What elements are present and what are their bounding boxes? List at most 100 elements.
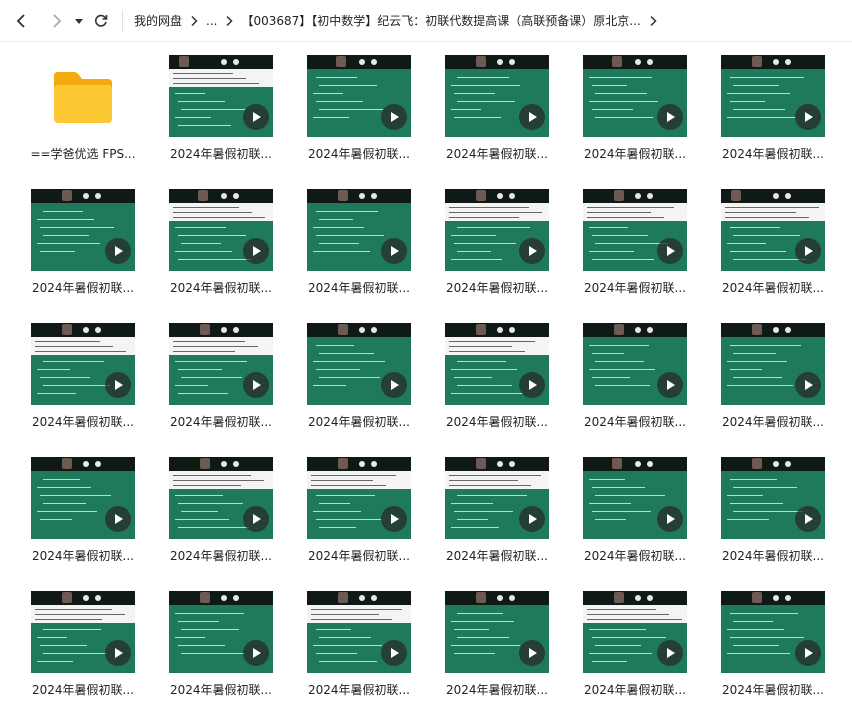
video-item[interactable]: 2024年暑假初联... (152, 316, 290, 450)
video-item[interactable]: 2024年暑假初联... (290, 584, 428, 718)
video-item[interactable]: 2024年暑假初联... (14, 316, 152, 450)
play-button[interactable] (795, 372, 821, 398)
video-item[interactable]: 2024年暑假初联... (566, 48, 704, 182)
chalk-line (43, 629, 101, 630)
video-item[interactable]: 2024年暑假初联... (704, 584, 842, 718)
chalk-line (178, 527, 249, 528)
video-item[interactable]: 2024年暑假初联... (704, 316, 842, 450)
refresh-button[interactable] (90, 6, 112, 36)
play-button[interactable] (519, 372, 545, 398)
chalk-line (175, 637, 205, 638)
history-dropdown-button[interactable] (72, 6, 86, 36)
video-item[interactable]: 2024年暑假初联... (14, 584, 152, 718)
play-button[interactable] (381, 640, 407, 666)
video-item[interactable]: 2024年暑假初联... (152, 450, 290, 584)
video-item[interactable]: 2024年暑假初联... (152, 584, 290, 718)
play-button[interactable] (519, 506, 545, 532)
play-button[interactable] (381, 372, 407, 398)
video-item[interactable]: 2024年暑假初联... (566, 450, 704, 584)
play-button[interactable] (381, 506, 407, 532)
play-button[interactable] (381, 238, 407, 264)
chalk-line (181, 109, 245, 110)
video-item[interactable]: 2024年暑假初联... (290, 182, 428, 316)
play-button[interactable] (795, 506, 821, 532)
play-icon (667, 112, 675, 122)
breadcrumb-current[interactable]: 【003687】【初中数学】纪云飞：初联代数提高课（高联预备课）原北京... (238, 12, 643, 29)
chalk-line (733, 511, 803, 512)
video-thumbnail (721, 323, 825, 405)
video-item[interactable]: 2024年暑假初联... (428, 584, 566, 718)
video-thumbnail (169, 55, 273, 137)
chalk-line (313, 251, 370, 252)
video-item[interactable]: 2024年暑假初联... (566, 316, 704, 450)
video-name: 2024年暑假初联... (584, 147, 686, 161)
video-item[interactable]: 2024年暑假初联... (566, 584, 704, 718)
play-button[interactable] (105, 640, 131, 666)
webcam-overlay (200, 592, 210, 603)
play-button[interactable] (657, 506, 683, 532)
back-button[interactable] (10, 6, 32, 36)
play-button[interactable] (519, 104, 545, 130)
play-button[interactable] (795, 238, 821, 264)
play-button[interactable] (381, 104, 407, 130)
breadcrumb-root[interactable]: 我的网盘 (131, 12, 185, 29)
video-item[interactable]: 2024年暑假初联... (152, 182, 290, 316)
video-item[interactable]: 2024年暑假初联... (14, 182, 152, 316)
chalk-line (313, 361, 385, 362)
play-button[interactable] (519, 640, 545, 666)
video-item[interactable]: 2024年暑假初联... (566, 182, 704, 316)
play-button[interactable] (243, 104, 269, 130)
forward-button[interactable] (46, 6, 68, 36)
video-item[interactable]: 2024年暑假初联... (290, 450, 428, 584)
play-icon (115, 380, 123, 390)
text-line (449, 217, 519, 218)
play-button[interactable] (105, 372, 131, 398)
chalk-line (457, 637, 509, 638)
problem-text-strip (445, 203, 549, 221)
chalk-line (727, 495, 763, 496)
play-button[interactable] (657, 372, 683, 398)
chevron-left-icon (16, 13, 25, 28)
video-item[interactable]: 2024年暑假初联... (290, 316, 428, 450)
play-icon (805, 246, 813, 256)
video-item[interactable]: 2024年暑假初联... (290, 48, 428, 182)
play-button[interactable] (657, 238, 683, 264)
chalk-line (730, 77, 804, 78)
video-item[interactable]: 2024年暑假初联... (704, 48, 842, 182)
video-item[interactable]: 2024年暑假初联... (428, 48, 566, 182)
video-item[interactable]: 2024年暑假初联... (14, 450, 152, 584)
video-item[interactable]: 2024年暑假初联... (428, 450, 566, 584)
video-item[interactable]: 2024年暑假初联... (428, 182, 566, 316)
play-button[interactable] (795, 640, 821, 666)
video-item[interactable]: 2024年暑假初联... (428, 316, 566, 450)
play-button[interactable] (243, 506, 269, 532)
play-button[interactable] (657, 640, 683, 666)
chalk-line (451, 259, 502, 260)
chalk-line (592, 637, 666, 638)
video-name: 2024年暑假初联... (722, 281, 824, 295)
toolbar-dot (635, 327, 641, 333)
toolbar-dot (359, 59, 365, 65)
play-button[interactable] (243, 238, 269, 264)
text-line (587, 217, 664, 218)
chalk-line (175, 227, 226, 228)
play-button[interactable] (243, 372, 269, 398)
folder-item[interactable]: ==学爸优选 FPS... (14, 48, 152, 182)
play-button[interactable] (243, 640, 269, 666)
play-button[interactable] (657, 104, 683, 130)
video-item[interactable]: 2024年暑假初联... (152, 48, 290, 182)
play-button[interactable] (105, 238, 131, 264)
toolbar-divider (122, 9, 123, 32)
toolbar-dot (509, 327, 515, 333)
video-item[interactable]: 2024年暑假初联... (704, 182, 842, 316)
chalk-line (595, 519, 626, 520)
breadcrumb-ellipsis[interactable]: ... (203, 14, 220, 28)
video-item[interactable]: 2024年暑假初联... (704, 450, 842, 584)
webcam-overlay (752, 458, 762, 469)
chalk-line (319, 637, 371, 638)
video-thumbnail (307, 457, 411, 539)
chalk-line (319, 219, 353, 220)
play-button[interactable] (519, 238, 545, 264)
play-button[interactable] (105, 506, 131, 532)
play-button[interactable] (795, 104, 821, 130)
